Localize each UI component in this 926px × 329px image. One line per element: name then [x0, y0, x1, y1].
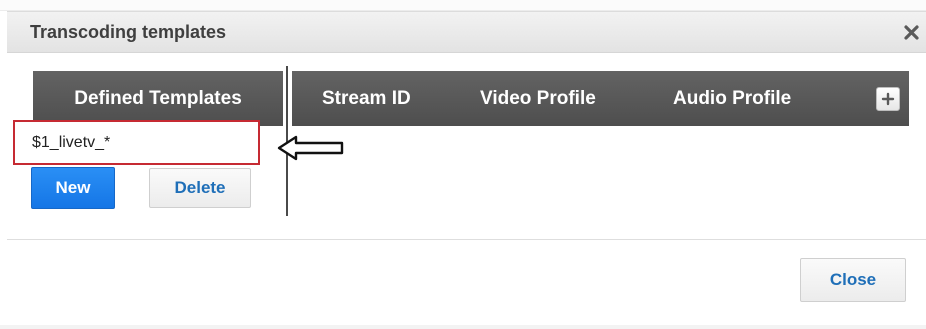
template-name: $1_livetv_*: [32, 134, 111, 151]
left-arrow-icon: [277, 135, 344, 161]
add-stream-button[interactable]: [876, 87, 900, 111]
dialog-title: Transcoding templates: [30, 22, 227, 42]
close-button[interactable]: Close: [800, 258, 906, 302]
templates-column-header: Defined Templates: [33, 71, 283, 126]
new-template-button[interactable]: New: [31, 167, 115, 209]
column-header-video-profile: Video Profile: [480, 88, 596, 109]
streams-table-header: Stream ID Video Profile Audio Profile: [292, 71, 909, 126]
dialog-title-bar: Transcoding templates: [7, 11, 926, 53]
top-border: [0, 0, 926, 11]
close-x-icon[interactable]: [903, 24, 920, 41]
delete-template-button[interactable]: Delete: [149, 168, 251, 208]
template-list-item[interactable]: $1_livetv_*: [13, 120, 260, 165]
footer-divider: [7, 239, 926, 240]
plus-icon: [881, 92, 895, 106]
column-header-stream-id: Stream ID: [322, 88, 411, 109]
column-header-audio-profile: Audio Profile: [673, 88, 792, 109]
bottom-border: [0, 325, 926, 329]
transcoding-dialog: Transcoding templates Defined Templates …: [0, 0, 926, 329]
templates-panel: Defined Templates $1_livetv_* New Delete: [13, 71, 283, 209]
